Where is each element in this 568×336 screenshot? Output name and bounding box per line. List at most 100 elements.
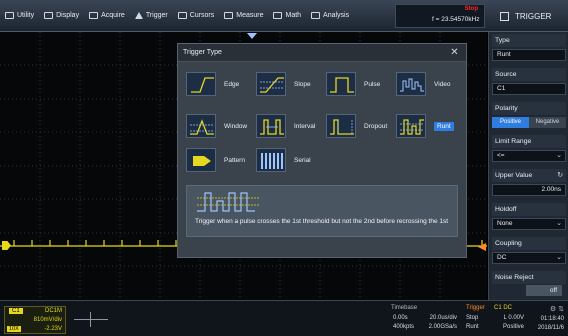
trigger-type-edge[interactable]: Edge (186, 72, 239, 96)
trigger-type-window-label: Window (224, 122, 248, 130)
ch1-scale: 810mV/div (33, 317, 62, 323)
trigger-type-dropout-label: Dropout (364, 122, 388, 130)
frequency-value: f = 23.54570kHz (432, 16, 480, 23)
trigger-type-runt[interactable]: Runt (396, 114, 454, 138)
trigger-type-edge-label: Edge (224, 80, 240, 88)
coupling-select[interactable]: DC ⌄ (492, 252, 566, 264)
menu-utility[interactable]: Utility (0, 0, 39, 31)
menu-acquire-label: Acquire (101, 12, 125, 19)
source-label: Source (492, 68, 566, 81)
clock: ⚙ ⇅ 01:18:40 2018/11/6 (530, 303, 566, 335)
trigger-position-marker[interactable] (247, 33, 257, 39)
menu-acquire[interactable]: Acquire (84, 0, 130, 31)
menu-cursors[interactable]: Cursors (173, 0, 220, 31)
trigger-type-pulse[interactable]: Pulse (326, 72, 380, 96)
run-state-label: Stop (464, 6, 478, 12)
pattern-icon (186, 148, 216, 172)
type-value-text: Runt (497, 51, 511, 58)
polarity-negative[interactable]: Negative (529, 117, 566, 128)
menu-display[interactable]: Display (39, 0, 84, 31)
ch1-probe: 10X (7, 326, 21, 332)
cursors-icon (177, 12, 187, 19)
trigger-type-runt-label: Runt (434, 121, 454, 131)
window-icon (186, 114, 216, 138)
trigger-type-video[interactable]: Video (396, 72, 451, 96)
coupling-text: DC (497, 254, 507, 261)
limit-range-text: <= (497, 152, 505, 159)
close-icon[interactable]: ✕ (448, 47, 461, 59)
trigger-panel-header[interactable]: TRIGGER (490, 0, 568, 32)
menu-math[interactable]: Math (268, 0, 306, 31)
polarity-positive[interactable]: Positive (492, 117, 529, 128)
trigger-type-interval-label: Interval (294, 122, 316, 130)
video-icon (396, 72, 426, 96)
timebase-label: Timebase (391, 305, 418, 311)
menu-analysis[interactable]: Analysis (306, 0, 354, 31)
holdoff-text: None (497, 220, 513, 227)
limit-range-select[interactable]: <= ⌄ (492, 150, 566, 162)
analysis-icon (311, 12, 321, 19)
acquire-icon (89, 12, 99, 19)
menu-analysis-label: Analysis (323, 12, 350, 19)
trigger-panel-title: TRIGGER (515, 11, 552, 21)
menu-utility-label: Utility (17, 12, 35, 19)
dropout-icon (326, 114, 356, 138)
noise-reject-toggle[interactable]: off (526, 285, 562, 296)
trigger-info-type: Runt (466, 324, 479, 330)
trigger-level-marker[interactable] (478, 243, 486, 251)
trigger-info-level: L 0.00V (503, 315, 524, 321)
trigger-type-window[interactable]: Window (186, 114, 247, 138)
upper-value-field[interactable]: 2.00ns (492, 184, 566, 196)
type-value[interactable]: Runt (492, 49, 566, 61)
ch1-offset: -2.23V (44, 326, 62, 332)
trigger-type-pattern[interactable]: Pattern (186, 148, 245, 172)
measure-icon (224, 12, 234, 19)
network-icon: ⚙ ⇅ (549, 306, 564, 313)
serial-icon (256, 148, 286, 172)
slope-icon (256, 72, 286, 96)
timebase-rate: 2.00GSa/s (428, 324, 457, 330)
menu-trigger-label: Trigger (145, 12, 168, 19)
trigger-info[interactable]: Trigger C1 DC Stop L 0.00V Runt Positive (464, 303, 526, 335)
coupling-label: Coupling (492, 237, 566, 250)
menu-cursors-label: Cursors (189, 12, 215, 19)
trigger-type-slope[interactable]: Slope (256, 72, 311, 96)
timebase-info[interactable]: Timebase 0.00s 20.0us/div 400kpts 2.00GS… (389, 303, 461, 335)
menu-measure-label: Measure (236, 12, 264, 19)
ch1-coupling: DC1M (45, 308, 63, 314)
clock-date: 2018/11/6 (537, 325, 564, 331)
trigger-type-dropout[interactable]: Dropout (326, 114, 387, 138)
holdoff-select[interactable]: None ⌄ (492, 218, 566, 230)
trigger-type-video-label: Video (434, 80, 451, 88)
source-value-text: C1 (497, 85, 506, 92)
chevron-down-icon: ⌄ (556, 254, 562, 261)
runt-icon (396, 114, 426, 138)
trigger-type-pattern-label: Pattern (224, 156, 245, 164)
trigger-type-slope-label: Slope (294, 80, 311, 88)
pulse-icon (326, 72, 356, 96)
refresh-icon[interactable]: ↻ (557, 169, 563, 182)
upper-value-text: 2.00ns (541, 186, 561, 193)
trigger-type-serial[interactable]: Serial (256, 148, 311, 172)
ch1-badge: C1 (9, 308, 23, 314)
limit-range-label: Limit Range (492, 135, 566, 148)
menu-measure[interactable]: Measure (219, 0, 268, 31)
trigger-info-source: C1 DC (494, 305, 513, 311)
edge-icon (186, 72, 216, 96)
trigger-info-mode: Stop (466, 315, 479, 321)
trigger-type-interval[interactable]: Interval (256, 114, 315, 138)
timebase-delay: 0.00s (393, 315, 408, 321)
polarity-toggle[interactable]: Positive Negative (492, 117, 566, 128)
ch1-info-box[interactable]: C1 DC1M 810mV/div 10X -2.23V (4, 306, 66, 334)
menu-trigger[interactable]: Trigger (130, 0, 173, 31)
source-value[interactable]: C1 (492, 83, 566, 95)
display-icon (44, 12, 54, 19)
trigger-type-serial-label: Serial (294, 156, 311, 164)
timebase-points: 400kpts (393, 324, 415, 330)
frequency-counter[interactable]: Stop f = 23.54570kHz (395, 4, 485, 28)
status-bar: C1 DC1M 810mV/div 10X -2.23V Timebase 0.… (0, 300, 568, 336)
add-channel-icon[interactable] (74, 310, 108, 330)
upper-value-label: Upper Value ↻ (492, 169, 566, 182)
holdoff-label: Holdoff (492, 203, 566, 216)
dialog-title: Trigger Type (178, 44, 466, 62)
